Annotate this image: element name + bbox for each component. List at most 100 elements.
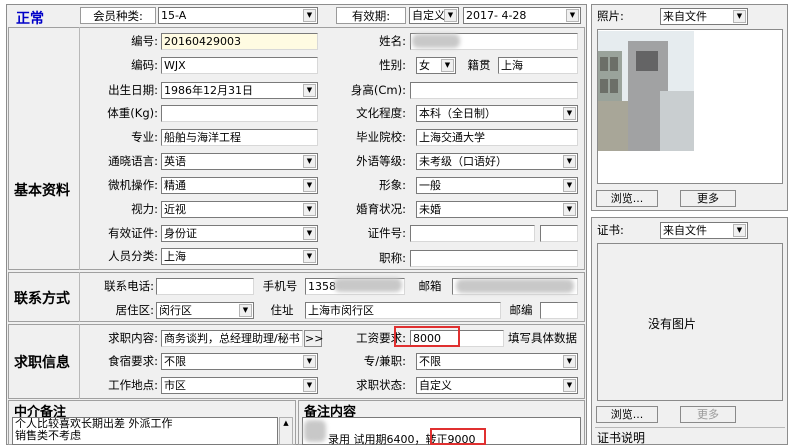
job-section-title: 求职信息 [14, 355, 70, 371]
chevron-down-icon: ▼ [303, 9, 316, 22]
validity-label: 有效期: [336, 7, 406, 24]
cert-browse-button[interactable]: 浏览... [596, 406, 658, 423]
idtype-label: 有效证件: [108, 226, 158, 240]
chevron-down-icon: ▼ [733, 224, 746, 237]
birth-date-picker[interactable]: 1986年12月31日 ▼ [161, 82, 318, 99]
school-label: 毕业院校: [356, 130, 406, 144]
chevron-down-icon: ▼ [444, 9, 457, 22]
mobile-redaction [334, 278, 402, 292]
code-label: 编码: [131, 58, 158, 72]
email-redaction [456, 279, 574, 293]
chevron-down-icon: ▼ [239, 304, 252, 317]
contact-divider [79, 272, 80, 322]
zip-label: 邮编 [509, 303, 533, 317]
chevron-down-icon: ▼ [566, 9, 579, 22]
education-select[interactable]: 本科（全日制） ▼ [416, 105, 578, 122]
jobstatus-select[interactable]: 自定义 ▼ [416, 377, 578, 394]
food-label: 食宿要求: [108, 354, 158, 368]
photo-browse-button[interactable]: 浏览... [596, 190, 658, 207]
photo-source-select[interactable]: 来自文件 ▼ [660, 8, 748, 25]
chevron-down-icon: ▼ [563, 203, 576, 216]
cert-desc-label: 证书说明 [597, 431, 646, 445]
contact-section-title: 联系方式 [14, 291, 70, 307]
photo-more-button[interactable]: 更多 [680, 190, 736, 207]
fulltime-select[interactable]: 不限 ▼ [416, 353, 578, 370]
validity-mode-select[interactable]: 自定义 ▼ [409, 7, 459, 24]
origin-field[interactable]: 上海 [498, 57, 578, 74]
marital-select[interactable]: 未婚 ▼ [416, 201, 578, 218]
chevron-down-icon: ▼ [303, 179, 316, 192]
validity-date-picker[interactable]: 2017- 4-28 ▼ [463, 7, 581, 24]
idno-field[interactable] [410, 225, 535, 242]
idno-extra-field[interactable] [540, 225, 578, 242]
code-field[interactable]: WJX [161, 57, 318, 74]
member-type-select[interactable]: 15-A ▼ [158, 7, 318, 24]
major-field[interactable]: 船舶与海洋工程 [161, 129, 318, 146]
major-label: 专业: [131, 130, 158, 144]
cert-source-select[interactable]: 来自文件 ▼ [660, 222, 748, 239]
chevron-down-icon: ▼ [733, 10, 746, 23]
job-content-more-button[interactable]: >> [304, 330, 323, 347]
phone-field[interactable] [156, 278, 254, 295]
portrait-photo-icon [598, 31, 694, 151]
chevron-down-icon: ▼ [303, 227, 316, 240]
address-label: 住址 [270, 303, 294, 317]
computer-select[interactable]: 精通 ▼ [161, 177, 318, 194]
cert-more-button[interactable]: 更多 [680, 406, 736, 423]
area-label: 居住区: [115, 303, 154, 317]
chevron-down-icon: ▼ [303, 355, 316, 368]
name-redaction [412, 34, 460, 48]
id-field[interactable]: 20160429003 [161, 33, 318, 50]
language-select[interactable]: 英语 ▼ [161, 153, 318, 170]
school-field[interactable]: 上海交通大学 [416, 129, 578, 146]
gender-label: 性别: [379, 58, 406, 72]
category-select[interactable]: 上海 ▼ [161, 248, 318, 265]
height-field[interactable] [410, 82, 578, 99]
chevron-down-icon: ▼ [303, 155, 316, 168]
chevron-down-icon: ▼ [563, 155, 576, 168]
agency-notes-scrollbar[interactable]: ▲ [279, 417, 293, 445]
weight-field[interactable] [161, 105, 318, 122]
job-content-field[interactable]: 商务谈判，总经理助理/秘书 [161, 330, 303, 347]
idtype-select[interactable]: 身份证 ▼ [161, 225, 318, 242]
marital-label: 婚育状况: [356, 202, 406, 216]
email-label: 邮箱 [418, 279, 442, 293]
remarks-line-1: 录用 试用期6400， [328, 433, 426, 445]
status-label: 正常 [16, 11, 44, 27]
photo-label: 照片: [597, 9, 624, 23]
address-field[interactable]: 上海市闵行区 [305, 302, 501, 319]
cert-label: 证书: [597, 223, 624, 237]
job-divider [79, 324, 80, 399]
title-label: 职称: [379, 251, 406, 265]
language-label: 通晓语言: [108, 154, 158, 168]
chevron-down-icon: ▼ [441, 59, 454, 72]
origin-label: 籍贯 [467, 58, 491, 72]
lang-level-label: 外语等级: [356, 154, 406, 168]
vision-select[interactable]: 近视 ▼ [161, 201, 318, 218]
education-label: 文化程度: [356, 106, 406, 120]
workplace-label: 工作地点: [108, 378, 158, 392]
basic-divider [79, 27, 80, 270]
gender-select[interactable]: 女 ▼ [416, 57, 456, 74]
area-select[interactable]: 闵行区 ▼ [156, 302, 254, 319]
title-field[interactable] [410, 250, 578, 267]
lang-level-select[interactable]: 未考级（口语好） ▼ [416, 153, 578, 170]
photo-image [598, 31, 694, 151]
phone-label: 联系电话: [104, 279, 154, 293]
computer-label: 微机操作: [108, 178, 158, 192]
height-label: 身高(Cm): [350, 83, 406, 97]
chevron-down-icon: ▼ [303, 203, 316, 216]
image-label: 形象: [379, 178, 406, 192]
weight-label: 体重(Kg): [107, 106, 158, 120]
workplace-select[interactable]: 市区 ▼ [161, 377, 318, 394]
food-select[interactable]: 不限 ▼ [161, 353, 318, 370]
image-select[interactable]: 一般 ▼ [416, 177, 578, 194]
id-label: 编号: [131, 34, 158, 48]
agency-notes-textarea[interactable]: 个人比较喜欢长期出差 外派工作 销售类不考虑 [12, 417, 278, 445]
chevron-down-icon: ▼ [563, 179, 576, 192]
chevron-down-icon: ▼ [303, 250, 316, 263]
zip-field[interactable] [540, 302, 578, 319]
birth-label: 出生日期: [108, 83, 158, 97]
cert-no-image-text: 没有图片 [647, 317, 696, 331]
job-content-label: 求职内容: [108, 331, 158, 345]
